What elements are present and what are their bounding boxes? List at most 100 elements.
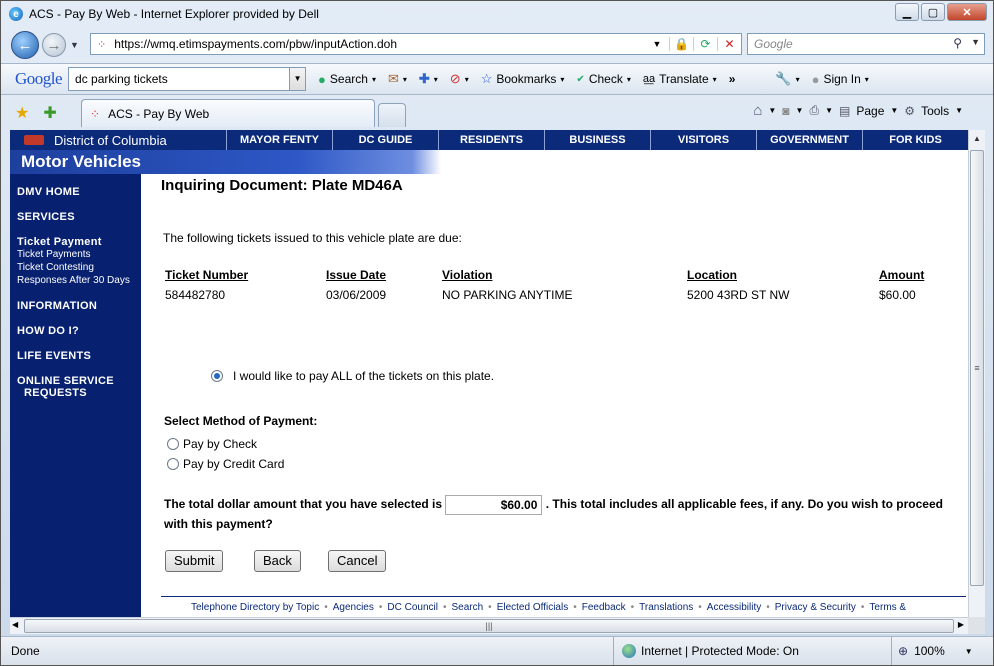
minimize-button[interactable]: ▁	[895, 3, 919, 21]
news-button[interactable]: ✉ ▾	[388, 71, 407, 87]
search-dropdown-icon[interactable]: ▼	[971, 37, 980, 47]
back-arrow-icon[interactable]: ←	[11, 31, 39, 59]
lock-icon[interactable]: 🔒	[669, 37, 693, 51]
stop-icon[interactable]: ✕	[717, 37, 741, 51]
footer-dc-council[interactable]: DC Council	[387, 602, 438, 613]
pay-all-option[interactable]: I would like to pay ALL of the tickets o…	[211, 369, 494, 383]
home-dropdown-icon[interactable]: ▼	[768, 106, 776, 115]
close-button[interactable]: ✕	[947, 3, 987, 21]
forward-arrow-icon[interactable]: →	[42, 33, 66, 57]
vertical-scroll-thumb[interactable]: ≡	[970, 150, 984, 586]
pay-all-radio[interactable]	[211, 370, 223, 382]
sidebar-item-ticket-payments[interactable]: Ticket Payments	[17, 249, 91, 260]
horizontal-scrollbar[interactable]: ◀ ||| ▶	[10, 617, 968, 634]
tools-menu-button[interactable]: Tools	[921, 104, 949, 118]
page-menu-button[interactable]: Page	[856, 104, 884, 118]
bookmarks-dropdown-icon[interactable]: ▾	[560, 75, 564, 84]
security-zone[interactable]: Internet | Protected Mode: On	[613, 637, 799, 665]
address-dropdown-icon[interactable]: ▼	[645, 39, 669, 49]
page-dropdown-icon[interactable]: ▼	[890, 106, 898, 115]
google-search-input[interactable]: dc parking tickets ▼	[68, 67, 307, 91]
check-dropdown-icon[interactable]: ▾	[627, 75, 631, 84]
history-dropdown-icon[interactable]: ▼	[70, 40, 79, 50]
sidebar-item-responses[interactable]: Responses After 30 Days	[17, 275, 130, 286]
sidebar-item-information[interactable]: INFORMATION	[17, 300, 97, 312]
google-query[interactable]: dc parking tickets	[75, 72, 168, 86]
pay-by-check-option[interactable]: Pay by Check	[167, 437, 257, 451]
tab-pay-by-web[interactable]: ⁘ ACS - Pay By Web	[81, 99, 375, 127]
nav-for-kids[interactable]: FOR KIDS	[862, 130, 968, 150]
pay-by-check-radio[interactable]	[167, 438, 179, 450]
settings-dropdown-icon[interactable]: ▾	[796, 75, 800, 84]
google-search-button[interactable]: ● Search ▾	[318, 72, 376, 87]
zoom-control[interactable]: ⊕ 100% ▼	[891, 637, 973, 665]
nav-visitors[interactable]: VISITORS	[650, 130, 756, 150]
footer-accessibility[interactable]: Accessibility	[707, 602, 761, 613]
footer-elected-officials[interactable]: Elected Officials	[497, 602, 569, 613]
sign-in-button[interactable]: ● Sign In ▾	[812, 72, 869, 87]
settings-button[interactable]: 🔧 ▾	[775, 71, 799, 87]
sidebar-item-services[interactable]: SERVICES	[17, 211, 75, 223]
add-favorite-icon[interactable]: ✚	[43, 103, 56, 123]
footer-privacy[interactable]: Privacy & Security	[775, 602, 856, 613]
footer-translations[interactable]: Translations	[639, 602, 693, 613]
print-icon[interactable]: ⎙	[809, 103, 819, 118]
dc-home-link[interactable]: District of Columbia	[10, 133, 226, 148]
nav-dc-guide[interactable]: DC GUIDE	[332, 130, 438, 150]
tools-dropdown-icon[interactable]: ▼	[955, 106, 963, 115]
scroll-left-icon[interactable]: ◀	[12, 620, 18, 629]
sidebar-item-dmv-home[interactable]: DMV HOME	[17, 186, 80, 198]
nav-mayor-fenty[interactable]: MAYOR FENTY	[226, 130, 332, 150]
translate-dropdown-icon[interactable]: ▾	[713, 75, 717, 84]
back-button[interactable]: Back	[254, 550, 301, 572]
submit-button[interactable]: Submit	[165, 550, 224, 572]
nav-government[interactable]: GOVERNMENT	[756, 130, 862, 150]
refresh-icon[interactable]: ⟳	[693, 37, 717, 51]
news-dropdown-icon[interactable]: ▾	[403, 75, 407, 84]
home-icon[interactable]: ⌂	[753, 102, 762, 119]
pay-by-credit-card-radio[interactable]	[167, 458, 179, 470]
sidebar-item-ticket-contesting[interactable]: Ticket Contesting	[17, 262, 94, 273]
sidebar-item-requests[interactable]: REQUESTS	[24, 387, 87, 399]
google-query-dropdown-icon[interactable]: ▼	[289, 68, 306, 90]
sidebar-item-how-do-i[interactable]: HOW DO I?	[17, 325, 79, 337]
plus-dropdown-icon[interactable]: ▾	[434, 75, 438, 84]
search-options-icon[interactable]: ▾	[372, 75, 376, 84]
pay-by-credit-card-option[interactable]: Pay by Credit Card	[167, 457, 284, 471]
feeds-dropdown-icon[interactable]: ▼	[796, 106, 804, 115]
new-tab-button[interactable]	[378, 103, 406, 127]
maximize-button[interactable]: ▢	[921, 3, 945, 21]
bookmarks-button[interactable]: ☆ Bookmarks ▾	[481, 71, 565, 87]
scroll-up-icon[interactable]: ▲	[969, 130, 985, 147]
footer-terms[interactable]: Terms &	[869, 602, 906, 613]
popup-dropdown-icon[interactable]: ▾	[465, 75, 469, 84]
sidebar-item-life-events[interactable]: LIFE EVENTS	[17, 350, 91, 362]
signin-dropdown-icon[interactable]: ▾	[865, 75, 869, 84]
sidebar-item-online-service[interactable]: ONLINE SERVICE	[17, 375, 114, 387]
nav-residents[interactable]: RESIDENTS	[438, 130, 544, 150]
search-icon[interactable]: ⚲	[953, 36, 962, 50]
scroll-right-icon[interactable]: ▶	[958, 620, 964, 629]
print-dropdown-icon[interactable]: ▼	[825, 106, 833, 115]
search-box[interactable]: Google ⚲ ▼	[747, 33, 985, 55]
footer-telephone-directory[interactable]: Telephone Directory by Topic	[191, 602, 319, 613]
sidebar-item-ticket-payment[interactable]: Ticket Payment	[17, 236, 102, 248]
cancel-button[interactable]: Cancel	[328, 550, 387, 572]
zoom-dropdown-icon[interactable]: ▼	[965, 647, 973, 656]
spell-check-button[interactable]: ✔ Check ▾	[576, 72, 630, 86]
vertical-scrollbar[interactable]: ▲ ≡	[968, 130, 985, 617]
footer-agencies[interactable]: Agencies	[333, 602, 374, 613]
more-button[interactable]: »	[729, 72, 736, 86]
address-url[interactable]: https://wmq.etimspayments.com/pbw/inputA…	[114, 37, 397, 51]
feeds-icon[interactable]: ◙	[782, 104, 789, 118]
total-amount-field[interactable]: $60.00	[445, 495, 543, 515]
nav-business[interactable]: BUSINESS	[544, 130, 650, 150]
favorites-star-icon[interactable]: ★	[15, 103, 29, 123]
translate-button[interactable]: a͟a Translate ▾	[643, 72, 717, 86]
footer-feedback[interactable]: Feedback	[582, 602, 626, 613]
horizontal-scroll-thumb[interactable]: |||	[24, 619, 954, 633]
footer-search[interactable]: Search	[451, 602, 483, 613]
address-bar[interactable]: ⁘ https://wmq.etimspayments.com/pbw/inpu…	[90, 33, 742, 55]
popup-blocker-button[interactable]: ⊘ ▾	[450, 71, 469, 87]
plus-button[interactable]: ✚ ▾	[419, 71, 438, 87]
